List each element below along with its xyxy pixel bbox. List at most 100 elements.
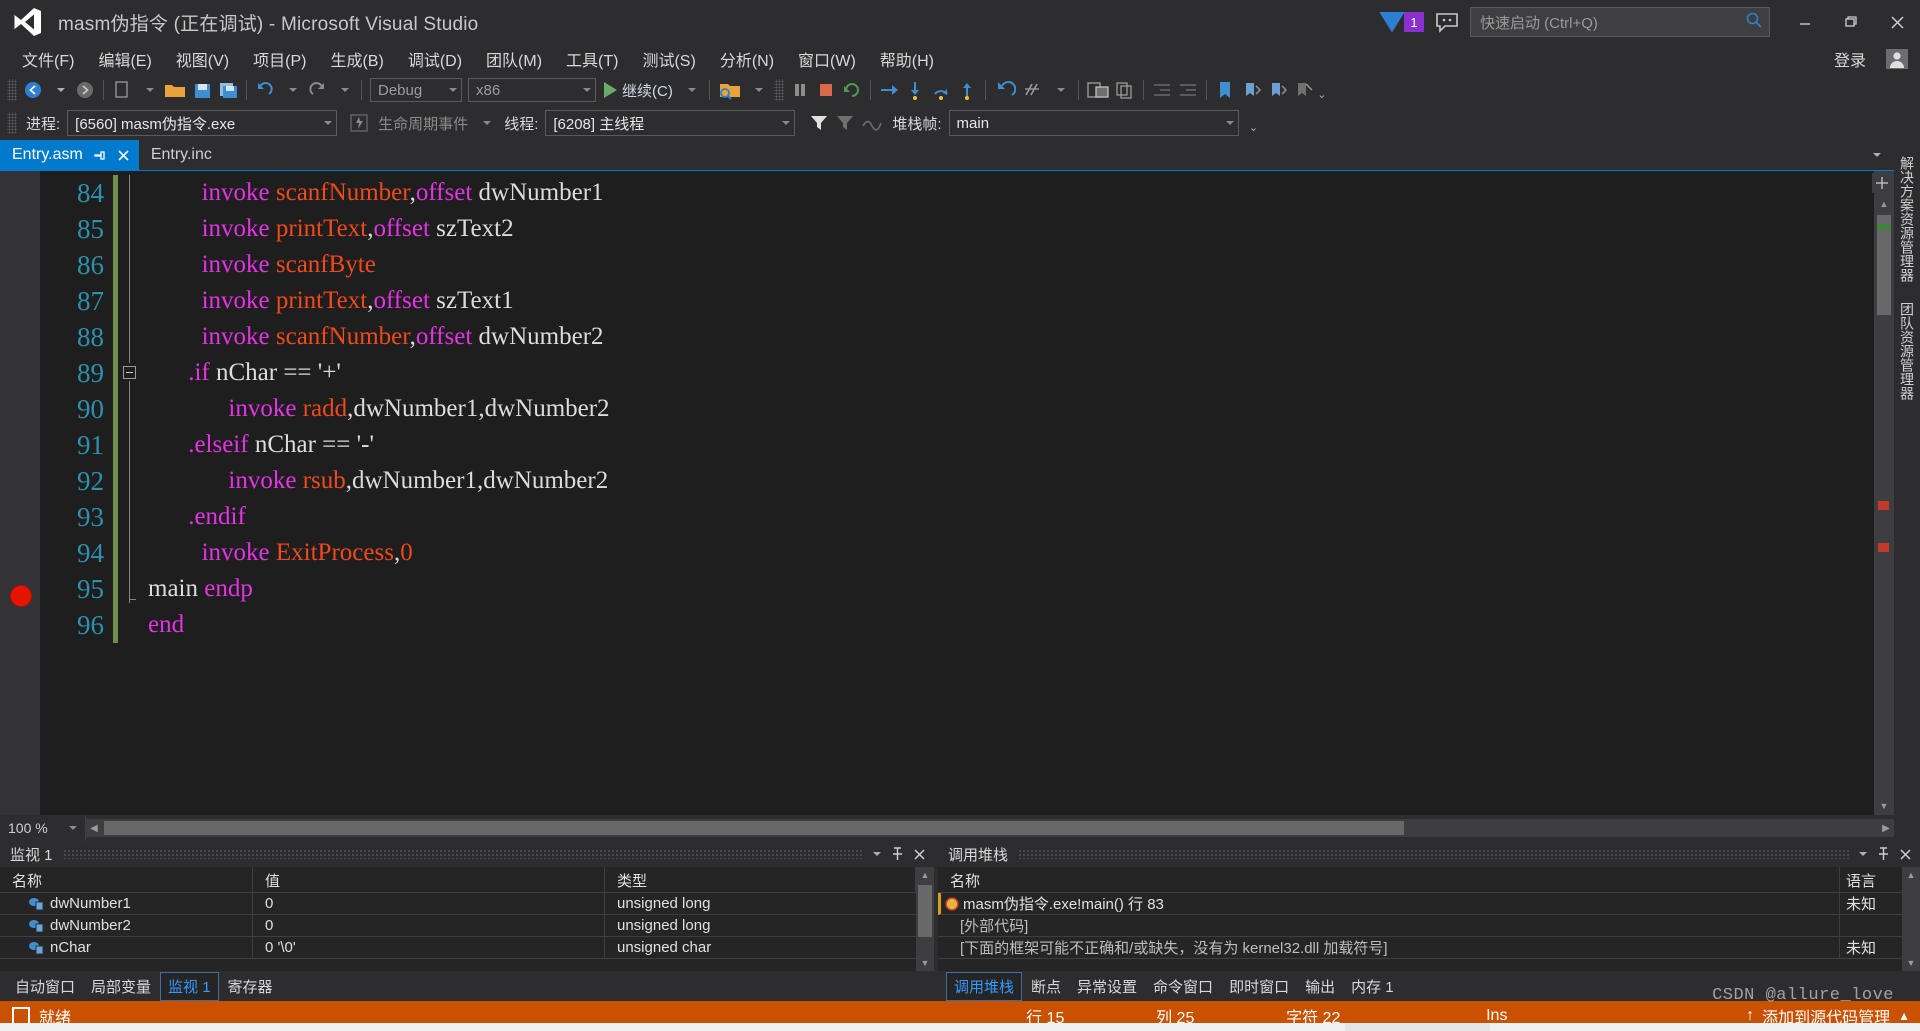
menu-project[interactable]: 项目(P) — [243, 44, 316, 74]
panel-drag-dots[interactable] — [1018, 849, 1850, 859]
restore-button[interactable] — [1828, 0, 1874, 44]
code-folding-margin[interactable] — [120, 171, 140, 815]
tab-memory-1[interactable]: 内存 1 — [1344, 973, 1401, 1000]
quick-launch-box[interactable]: 快速启动 (Ctrl+Q) — [1470, 7, 1770, 37]
code-line[interactable]: .endif — [188, 499, 246, 535]
editor-zoom-combo[interactable]: 100 % — [0, 815, 86, 841]
undo-icon[interactable] — [252, 77, 278, 103]
code-editor[interactable]: 84 85 86 87 88 89 90 91 92 93 94 95 96 invoke scanfN… — [0, 170, 1894, 815]
watch-name-cell[interactable]: nChar — [0, 936, 253, 959]
stackframe-combo[interactable]: main — [948, 110, 1239, 136]
solution-platform-combo[interactable]: x86 — [468, 78, 596, 102]
quick-launch-input[interactable]: 快速启动 (Ctrl+Q) — [1480, 12, 1745, 33]
new-item-dropdown[interactable] — [135, 77, 161, 103]
expand-icon[interactable]: ▲ — [1898, 1009, 1910, 1023]
chevron-down-icon[interactable] — [69, 826, 77, 830]
redo-icon[interactable] — [304, 77, 330, 103]
scroll-down-arrow[interactable]: ▼ — [1902, 955, 1920, 971]
dock-tab-solution-explorer[interactable]: 解决方案资源管理器 — [1893, 148, 1920, 290]
indent-icon[interactable] — [1175, 77, 1201, 103]
filter-icon[interactable] — [806, 110, 832, 136]
menu-window[interactable]: 窗口(W) — [788, 44, 866, 74]
show-next-statement-icon[interactable] — [876, 77, 902, 103]
menu-file[interactable]: 文件(F) — [12, 44, 84, 74]
table-row[interactable]: nChar 0 '\0' unsigned char — [0, 936, 916, 959]
watch-value-cell[interactable]: 0 — [253, 914, 605, 937]
navigate-back-icon[interactable] — [20, 77, 46, 103]
hot-reload-icon[interactable] — [1019, 77, 1047, 103]
tab-command-window[interactable]: 命令窗口 — [1146, 973, 1220, 1000]
menu-build[interactable]: 生成(B) — [320, 44, 393, 74]
scroll-up-arrow[interactable]: ▲ — [1874, 195, 1894, 213]
scroll-thumb[interactable] — [918, 885, 932, 937]
scroll-thumb[interactable] — [1877, 215, 1891, 315]
breakpoint-gutter[interactable] — [0, 171, 40, 815]
menu-tools[interactable]: 工具(T) — [556, 44, 628, 74]
bookmark-icon[interactable] — [1212, 77, 1238, 103]
copy-icon[interactable] — [1112, 77, 1138, 103]
step-over-icon[interactable] — [928, 77, 954, 103]
clear-bookmarks-icon[interactable] — [1290, 77, 1316, 103]
editor-horizontal-scrollbar[interactable]: ◀ ▶ — [86, 819, 1894, 837]
notification-badge[interactable]: 1 — [1404, 12, 1424, 32]
minimize-button[interactable] — [1782, 0, 1828, 44]
callstack-vertical-scrollbar[interactable]: ▲ ▼ — [1902, 867, 1920, 971]
debug-toolbar-grip[interactable] — [7, 112, 17, 134]
watch-value-cell[interactable]: 0 '\0' — [253, 936, 605, 959]
watch-name-cell[interactable]: dwNumber2 — [0, 914, 253, 937]
watch-vertical-scrollbar[interactable]: ▲ ▼ — [916, 867, 934, 971]
tab-autos[interactable]: 自动窗口 — [8, 973, 82, 1000]
sign-in-button[interactable]: 登录 — [1826, 44, 1874, 74]
column-header-value[interactable]: 值 — [253, 867, 605, 892]
scroll-down-arrow[interactable]: ▼ — [916, 955, 934, 971]
scroll-right-arrow[interactable]: ▶ — [1878, 823, 1894, 834]
navigate-back-dropdown[interactable] — [46, 77, 72, 103]
hot-reload-dropdown[interactable] — [1047, 77, 1073, 103]
menu-test[interactable]: 测试(S) — [632, 44, 705, 74]
clear-filter-icon[interactable] — [832, 110, 858, 136]
restart-icon[interactable] — [839, 77, 865, 103]
account-icon[interactable] — [1884, 47, 1910, 71]
hscroll-thumb[interactable] — [104, 821, 1404, 835]
window-layout-icon[interactable] — [1084, 77, 1112, 103]
stop-debugging-icon[interactable] — [813, 77, 839, 103]
feedback-smiley-icon[interactable] — [1432, 9, 1462, 35]
column-header-language[interactable]: 语言 — [1840, 867, 1902, 892]
column-header-name[interactable]: 名称 — [0, 867, 253, 892]
tab-exception-settings[interactable]: 异常设置 — [1070, 973, 1144, 1000]
chevron-down-icon[interactable] — [578, 88, 593, 92]
code-line[interactable]: invoke scanfByte — [202, 247, 376, 283]
tab-immediate-window[interactable]: 即时窗口 — [1222, 973, 1296, 1000]
tab-registers[interactable]: 寄存器 — [221, 973, 280, 1000]
save-icon[interactable] — [189, 77, 215, 103]
navigate-forward-icon[interactable] — [72, 77, 98, 103]
column-header-type[interactable]: 类型 — [605, 867, 916, 892]
document-tab-entry-asm[interactable]: Entry.asm — [0, 140, 139, 170]
scroll-left-arrow[interactable]: ◀ — [86, 823, 102, 834]
tab-watch-1[interactable]: 监视 1 — [160, 971, 219, 1001]
search-icon[interactable] — [1745, 11, 1763, 34]
open-file-icon[interactable] — [161, 77, 189, 103]
callstack-row[interactable]: masm伪指令.exe!main() 行 83 未知 — [938, 893, 1902, 915]
editor-vertical-scrollbar[interactable]: ▲ ▼ — [1872, 171, 1894, 815]
save-all-icon[interactable] — [215, 77, 241, 103]
breakpoint-marker[interactable] — [10, 585, 32, 607]
undo-arrow-icon[interactable] — [991, 77, 1019, 103]
menu-analyze[interactable]: 分析(N) — [710, 44, 784, 74]
table-row[interactable]: dwNumber1 0 unsigned long — [0, 893, 916, 915]
toolbar-grip[interactable] — [7, 79, 17, 101]
callstack-row[interactable]: [外部代码] — [938, 914, 1902, 937]
code-line[interactable]: invoke printText,offset szText1 — [202, 283, 514, 319]
toolbar-grip-2[interactable] — [773, 79, 784, 101]
code-line[interactable]: invoke radd,dwNumber1,dwNumber2 — [228, 391, 609, 427]
code-line[interactable]: invoke scanfNumber,offset dwNumber2 — [202, 319, 604, 355]
panel-drag-dots[interactable] — [62, 849, 864, 859]
code-line[interactable]: invoke rsub,dwNumber1,dwNumber2 — [228, 463, 608, 499]
code-line[interactable]: main endp — [148, 571, 253, 607]
watch-name-cell[interactable]: dwNumber1 — [0, 893, 253, 915]
tab-list-chevron-down-icon[interactable] — [1862, 142, 1888, 168]
process-combo[interactable]: [6560] masm伪指令.exe — [67, 110, 338, 136]
attach-dropdown[interactable] — [745, 77, 771, 103]
thread-combo[interactable]: [6208] 主线程 — [545, 110, 796, 136]
chevron-down-icon[interactable] — [864, 843, 886, 865]
